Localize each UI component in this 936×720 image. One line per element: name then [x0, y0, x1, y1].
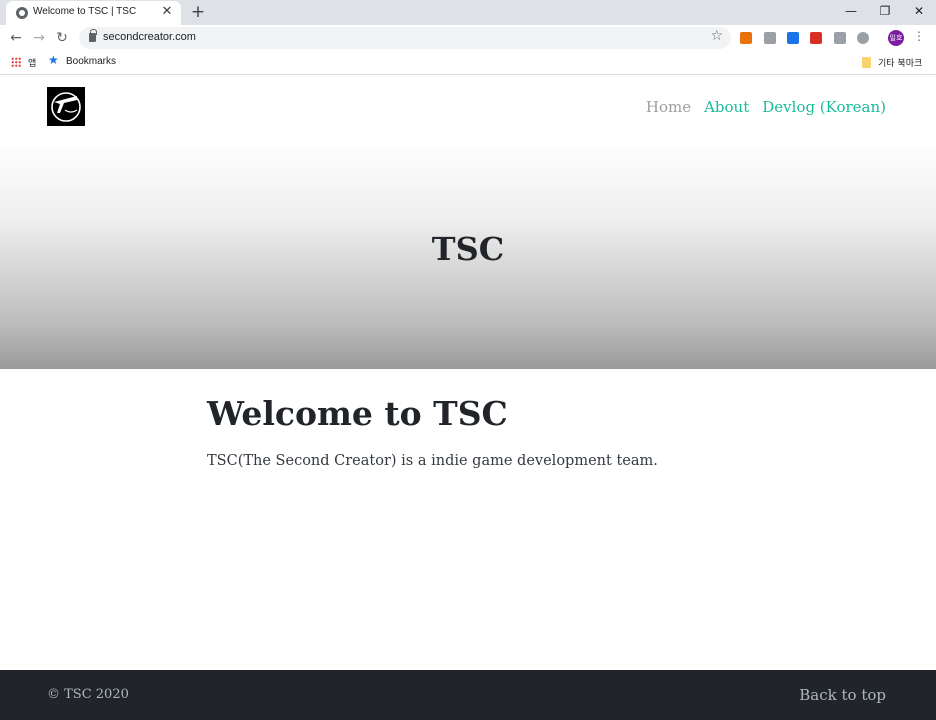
- back-button[interactable]: ←: [6, 28, 26, 48]
- restore-button[interactable]: ❐: [868, 0, 902, 22]
- address-url[interactable]: secondcreator.com: [103, 31, 196, 43]
- minimize-button[interactable]: —: [834, 0, 868, 22]
- apps-label[interactable]: 앱: [28, 56, 36, 69]
- address-bar[interactable]: secondcreator.com ☆: [79, 27, 731, 49]
- lock-icon[interactable]: [89, 29, 97, 42]
- extension-icon-2[interactable]: [764, 32, 776, 44]
- globe-icon: [16, 7, 28, 19]
- bookmark-star-icon[interactable]: ☆: [710, 28, 723, 44]
- bookmarks-bar: 앱 ★ Bookmarks 기타 북마크: [0, 51, 936, 75]
- browser-menu-icon[interactable]: ⋮: [913, 29, 925, 43]
- nav-about-link[interactable]: About: [704, 98, 749, 116]
- apps-grid-icon[interactable]: [11, 57, 21, 67]
- forward-button[interactable]: →: [29, 28, 49, 48]
- nav-home-link[interactable]: Home: [646, 98, 691, 116]
- site-header: Home About Devlog (Korean): [0, 76, 936, 138]
- tab-title: Welcome to TSC | TSC: [33, 6, 137, 17]
- folder-icon[interactable]: [862, 57, 871, 68]
- site-nav: Home About Devlog (Korean): [646, 98, 886, 116]
- site-footer: © TSC 2020 Back to top: [0, 670, 936, 720]
- browser-toolbar: ← → ↻ secondcreator.com ☆ 일호 ⋮: [0, 25, 936, 51]
- extension-icon-5[interactable]: [834, 32, 846, 44]
- hero-banner: TSC: [0, 138, 936, 369]
- browser-tab-strip: Welcome to TSC | TSC ✕ + — ❐ ✕: [0, 0, 936, 25]
- site-logo[interactable]: [47, 87, 85, 126]
- close-window-button[interactable]: ✕: [902, 0, 936, 22]
- browser-tab[interactable]: Welcome to TSC | TSC ✕: [6, 1, 181, 25]
- page-description: TSC(The Second Creator) is a indie game …: [207, 453, 658, 469]
- extension-icon-6[interactable]: [857, 32, 869, 44]
- extension-icon-4[interactable]: [810, 32, 822, 44]
- copyright-text: © TSC 2020: [47, 687, 129, 702]
- main-content: Welcome to TSC TSC(The Second Creator) i…: [207, 394, 767, 469]
- profile-avatar[interactable]: 일호: [888, 30, 904, 46]
- tab-close-icon[interactable]: ✕: [159, 4, 175, 20]
- bookmark-folder-star-icon[interactable]: ★: [48, 53, 59, 67]
- nav-devlog-link[interactable]: Devlog (Korean): [762, 98, 886, 116]
- hero-title: TSC: [431, 230, 505, 268]
- reload-button[interactable]: ↻: [52, 28, 72, 48]
- other-bookmarks[interactable]: 기타 북마크: [878, 56, 922, 69]
- extension-icon-3[interactable]: [787, 32, 799, 44]
- back-to-top-link[interactable]: Back to top: [799, 686, 886, 704]
- bookmarks-folder[interactable]: Bookmarks: [66, 56, 116, 67]
- page-heading: Welcome to TSC: [207, 394, 508, 433]
- new-tab-button[interactable]: +: [188, 2, 208, 22]
- extension-icon-1[interactable]: [740, 32, 752, 44]
